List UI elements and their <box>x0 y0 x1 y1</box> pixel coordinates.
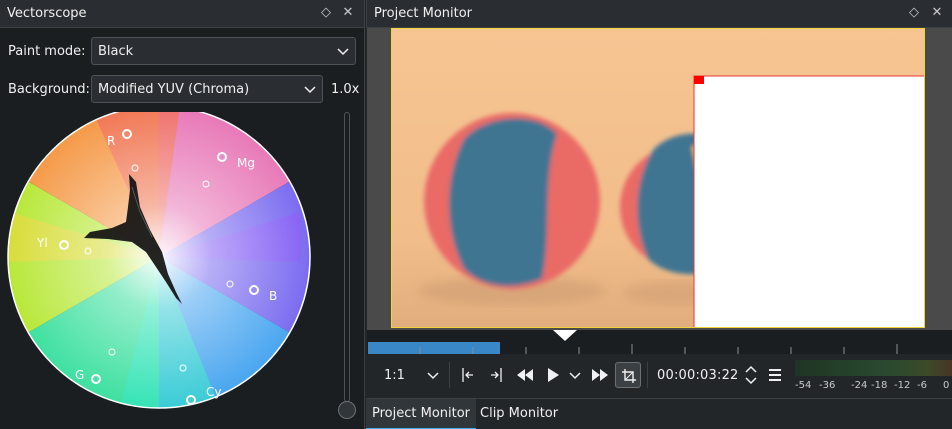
background-value: Modified YUV (Chroma) <box>98 82 250 97</box>
close-icon[interactable]: ✕ <box>339 4 357 22</box>
crop-button[interactable] <box>615 362 641 388</box>
crop-handle[interactable] <box>694 76 704 84</box>
meter-tick: -12 <box>894 380 911 391</box>
marker-r: R <box>107 134 115 148</box>
marker-yl: Yl <box>36 236 48 250</box>
monitor-ruler[interactable] <box>367 330 952 354</box>
up-down-arrows-icon[interactable] <box>745 364 757 386</box>
project-monitor-titlebar: Project Monitor ◇ ✕ <box>366 0 952 28</box>
paint-mode-select[interactable]: Black <box>91 37 356 65</box>
marker-b: B <box>269 289 277 303</box>
rewind-icon[interactable] <box>516 368 534 382</box>
monitor-toolbar: 1:1 00:00:03:22 -54 -36 -24 -18 -12 -6 0 <box>367 354 952 398</box>
chevron-down-icon <box>337 48 349 56</box>
crop-overlay[interactable] <box>693 75 925 328</box>
playhead-marker[interactable] <box>553 330 577 341</box>
zoom-select-value[interactable]: 1:1 <box>384 368 405 383</box>
meter-tick: -24 <box>851 380 868 391</box>
video-viewer[interactable] <box>367 28 952 330</box>
marker-mg: Mg <box>237 156 255 170</box>
vectorscope-display: R Mg B Cy G Yl <box>7 112 311 409</box>
meter-tick: -6 <box>917 380 927 391</box>
marker-cy: Cy <box>206 385 221 399</box>
video-image <box>392 29 925 328</box>
marker-g: G <box>75 368 84 382</box>
meter-tick: -18 <box>871 380 888 391</box>
meter-tick: -36 <box>819 380 836 391</box>
diamond-icon[interactable]: ◇ <box>905 4 923 22</box>
audio-meter-bar <box>795 360 952 376</box>
meter-tick: -54 <box>795 380 812 391</box>
play-icon[interactable] <box>546 367 560 383</box>
monitor-tabs: Project Monitor Clip Monitor <box>366 398 952 429</box>
vectorscope-titlebar: Vectorscope ◇ ✕ <box>0 0 364 28</box>
paint-mode-label: Paint mode: <box>8 44 86 59</box>
close-icon[interactable]: ✕ <box>928 4 946 22</box>
timecode-display[interactable]: 00:00:03:22 <box>657 368 739 383</box>
meter-tick: 0 <box>943 380 950 391</box>
paint-mode-value: Black <box>98 44 134 59</box>
zoom-slider-handle[interactable] <box>338 401 356 419</box>
vectorscope-title: Vectorscope <box>7 6 87 21</box>
background-select[interactable]: Modified YUV (Chroma) <box>91 75 323 103</box>
toolbar-separator <box>449 362 450 388</box>
set-zone-in-icon[interactable] <box>461 366 475 384</box>
zoom-value: 1.0x <box>331 82 360 97</box>
diamond-icon[interactable]: ◇ <box>317 4 335 22</box>
vectorscope-panel: Vectorscope ◇ ✕ Paint mode: Black Backgr… <box>0 0 365 429</box>
crop-icon <box>622 369 636 383</box>
background-label: Background: <box>8 82 90 97</box>
zoom-slider-track[interactable] <box>344 112 350 402</box>
chevron-down-icon <box>304 86 316 94</box>
fast-forward-icon[interactable] <box>591 368 609 382</box>
hamburger-menu-icon[interactable] <box>768 368 782 382</box>
project-monitor-title: Project Monitor <box>374 6 473 21</box>
tab-project-monitor[interactable]: Project Monitor <box>366 399 477 429</box>
toolbar-separator <box>647 362 648 388</box>
video-frame <box>391 28 925 328</box>
chevron-down-icon[interactable] <box>427 370 439 380</box>
ruler-ticks <box>419 330 898 354</box>
tab-clip-monitor[interactable]: Clip Monitor <box>474 399 564 429</box>
audio-meter: -54 -36 -24 -18 -12 -6 0 <box>795 360 952 394</box>
set-zone-out-icon[interactable] <box>489 366 503 384</box>
project-monitor-panel: Project Monitor ◇ ✕ 1:1 00:00:03:22 -54 … <box>366 0 952 429</box>
chevron-down-icon[interactable] <box>569 370 581 380</box>
